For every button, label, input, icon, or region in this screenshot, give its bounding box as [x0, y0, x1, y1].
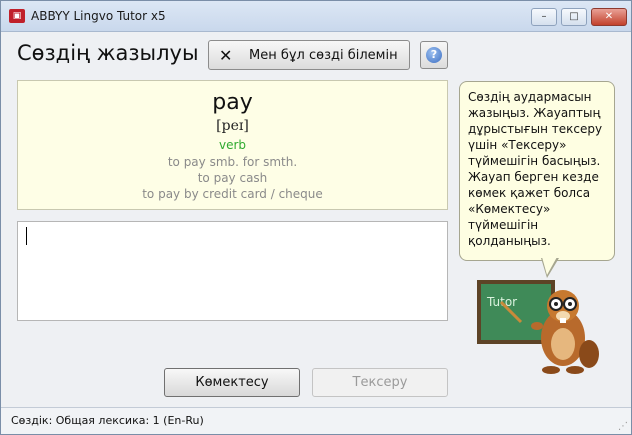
hint-button[interactable]: Көмектесу — [164, 368, 300, 397]
app-logo-icon: ▣ — [9, 9, 25, 23]
maximize-button[interactable]: □ — [561, 8, 587, 26]
close-button[interactable]: ✕ — [591, 8, 627, 26]
transcription: [peɪ] — [216, 118, 249, 134]
example-line: to pay smb. for smth. — [167, 155, 298, 169]
part-of-speech: verb — [218, 138, 247, 152]
word-text: pay — [212, 90, 253, 115]
status-text: Сөздік: Общая лексика: 1 (En-Ru) — [11, 414, 204, 427]
x-icon: ✕ — [219, 46, 233, 65]
app-window: ▣ ABBYY Lingvo Tutor x5 – □ ✕ Сөздің жаз… — [0, 0, 632, 435]
title-bar[interactable]: ▣ ABBYY Lingvo Tutor x5 – □ ✕ — [1, 1, 631, 32]
minimize-button[interactable]: – — [531, 8, 557, 26]
word-card: pay [peɪ] verb to pay smb. for smth. to … — [17, 80, 448, 210]
answer-input[interactable] — [17, 221, 448, 321]
text-caret — [26, 227, 27, 245]
bubble-tail-fill — [542, 257, 557, 275]
dont-know-button[interactable]: ✕ Мен бұл сөзді білемін — [208, 40, 410, 70]
example-line: to pay cash — [197, 171, 268, 185]
status-bar: Сөздік: Общая лексика: 1 (En-Ru) ⋰ — [1, 407, 631, 434]
help-button[interactable]: ? — [420, 41, 448, 69]
tip-bubble: Сөздің аудармасын жазыңыз. Жауаптың дұры… — [459, 81, 615, 261]
help-icon: ? — [426, 47, 442, 63]
window-title: ABBYY Lingvo Tutor x5 — [31, 9, 166, 23]
page-title: Сөздің жазылуы — [17, 41, 199, 65]
dont-know-label: Мен бұл сөзді білемін — [249, 48, 398, 63]
check-button[interactable]: Тексеру — [312, 368, 448, 397]
beaver-mascot-icon: Tutor — [477, 280, 599, 374]
example-line: to pay by credit card / cheque — [142, 187, 323, 201]
resize-grip-icon[interactable]: ⋰ — [618, 421, 628, 432]
